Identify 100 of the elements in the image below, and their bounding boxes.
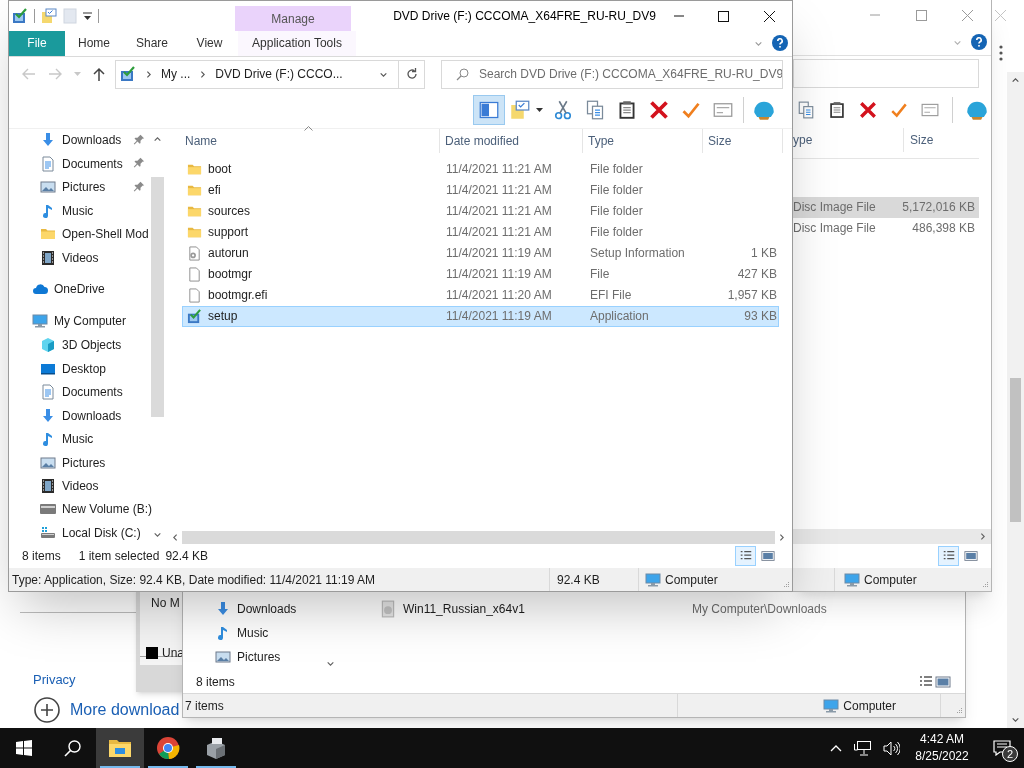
status-location: Computer [665,571,718,589]
file-row[interactable]: sources 11/4/2021 11:21 AM File folder [182,200,779,222]
ribbon-tab[interactable]: Share [123,31,181,56]
column-header[interactable]: Size [910,132,934,147]
file-row[interactable]: boot 11/4/2021 11:21 AM File folder [182,158,779,180]
nav-item-label: Downloads [237,601,297,618]
file-row[interactable]: bootmgr 11/4/2021 11:19 AM File 427 KB [182,263,779,285]
nav-item-label: Pictures [237,649,281,666]
nav-item[interactable]: Music [183,621,339,645]
search-field[interactable] [793,59,979,89]
file-row[interactable]: Disc Image File 486,398 KB [793,217,979,239]
breadcrumb[interactable]: DVD Drive (F:) CCCO... [215,65,343,84]
nav-item[interactable]: Videos [9,246,150,270]
plus-circle-icon[interactable] [34,697,60,723]
file-row[interactable]: support 11/4/2021 11:21 AM File folder [182,221,779,243]
nav-item[interactable]: OneDrive [9,277,150,302]
scroll-thumb[interactable] [182,530,775,544]
resize-grip-icon[interactable] [955,707,963,715]
chevron-up-icon[interactable] [830,744,842,752]
details-view-button[interactable] [938,546,959,567]
resize-grip-icon[interactable] [782,581,790,589]
clock-time: 4:42 AM [920,731,964,748]
preview-pane-button[interactable] [473,94,505,125]
nav-item[interactable]: My Computer [9,309,150,334]
browser-scrollbar[interactable] [1007,72,1024,728]
table-cell: 11/4/2021 11:21 AM [446,204,552,219]
contextual-group-label: Manage [271,10,315,28]
maximize-icon [915,9,927,21]
back-arrow-icon[interactable] [22,68,36,81]
search-icon [456,67,469,81]
details-view-button[interactable] [735,546,756,567]
nav-item[interactable]: 3D Objects [9,333,150,357]
nav-item[interactable]: Pictures [183,645,339,669]
recent-dropdown-icon[interactable] [74,72,81,77]
table-cell-text: 5,172,016 KB [902,199,975,217]
refresh-icon[interactable] [405,68,418,81]
copy-icon [797,100,815,119]
properties-icon [41,8,57,24]
nav-item-label: Videos [62,478,99,495]
taskbar-app[interactable] [96,728,144,768]
file-name[interactable]: Win11_Russian_x64v1 [403,600,525,618]
ribbon-tab[interactable]: Home [65,31,123,56]
file-row[interactable]: autorun 11/4/2021 11:19 AM Setup Information 1 KB [182,242,779,264]
column-header[interactable]: ype [793,132,813,147]
table-cell: EFI File [590,288,632,303]
nav-item[interactable]: Pictures [9,175,150,200]
close-icon[interactable] [995,10,1006,21]
nav-item[interactable]: Downloads [183,597,339,621]
more-menu-icon[interactable] [999,45,1003,61]
horizontal-scrollbar[interactable] [793,529,991,545]
help-icon[interactable] [772,35,788,52]
table-cell: File folder [590,204,643,219]
nav-item[interactable]: Videos [9,474,150,498]
search-icon [63,739,81,757]
column-header[interactable]: Date modified [440,128,583,153]
search-field[interactable]: Search DVD Drive (F:) CCCOMA_X64FRE_RU-RU_DV9 [441,59,783,89]
nav-item[interactable]: Pictures [9,450,150,475]
monitor-icon [823,697,840,714]
nav-item[interactable]: Music [9,427,150,451]
resize-grip-icon[interactable] [981,581,989,589]
help-icon[interactable] [971,34,987,51]
picture-icon [40,179,56,196]
privacy-link[interactable]: Privacy [33,672,76,687]
file-row[interactable]: bootmgr.efi 11/4/2021 11:20 AM EFI File 1,957 KB [182,284,779,306]
nav-item[interactable]: Documents [9,380,150,404]
notifications-button[interactable]: 2 [980,728,1024,768]
network-icon[interactable] [854,740,871,756]
chevron-up-icon [1011,76,1020,85]
nav-item[interactable]: Downloads [9,403,150,428]
nav-item-label: Documents [62,384,123,402]
nav-item[interactable]: New Volume (B:) [9,497,150,522]
scroll-thumb[interactable] [151,176,164,417]
search-input[interactable]: Search DVD Drive (F:) CCCOMA_X64FRE_RU-RU_DV9 [479,65,782,84]
nav-item[interactable]: Desktop [9,356,150,381]
nav-item[interactable]: Documents [9,152,150,176]
column-header[interactable]: Name [180,128,440,153]
file-row[interactable]: Disc Image File 5,172,016 KB [793,196,979,218]
gear-file-icon [187,245,202,261]
nav-item[interactable]: Music [9,199,150,223]
nav-item[interactable]: Downloads [9,128,150,153]
column-header[interactable]: Type [583,128,703,153]
clock[interactable]: 4:42 AM 8/25/2022 [904,731,980,765]
more-downloads-link[interactable]: More download [70,698,180,722]
up-arrow-icon[interactable] [93,67,105,82]
column-header[interactable]: Size [703,128,783,153]
breadcrumb[interactable]: My ... [161,65,191,84]
file-row[interactable]: efi 11/4/2021 11:21 AM File folder [182,179,779,201]
nav-item-label: My Computer [54,313,127,331]
scroll-thumb[interactable] [1010,378,1021,522]
file-row[interactable]: setup 11/4/2021 11:19 AM Application 93 KB [182,305,779,327]
ribbon-tab[interactable]: View [181,31,238,56]
speaker-icon[interactable] [883,740,900,756]
forward-arrow-icon[interactable] [48,68,62,81]
table-cell: 11/4/2021 11:21 AM [446,183,552,198]
address-bar[interactable]: My ... DVD Drive (F:) CCCO... [115,59,425,89]
nav-item[interactable]: Open-Shell Mod [9,222,150,246]
customize-dropdown-icon[interactable] [83,11,92,21]
nav-item[interactable]: Local Disk (C:) [9,521,150,545]
ribbon-tab[interactable]: Application Tools [238,31,356,56]
checkbox[interactable] [146,647,158,659]
